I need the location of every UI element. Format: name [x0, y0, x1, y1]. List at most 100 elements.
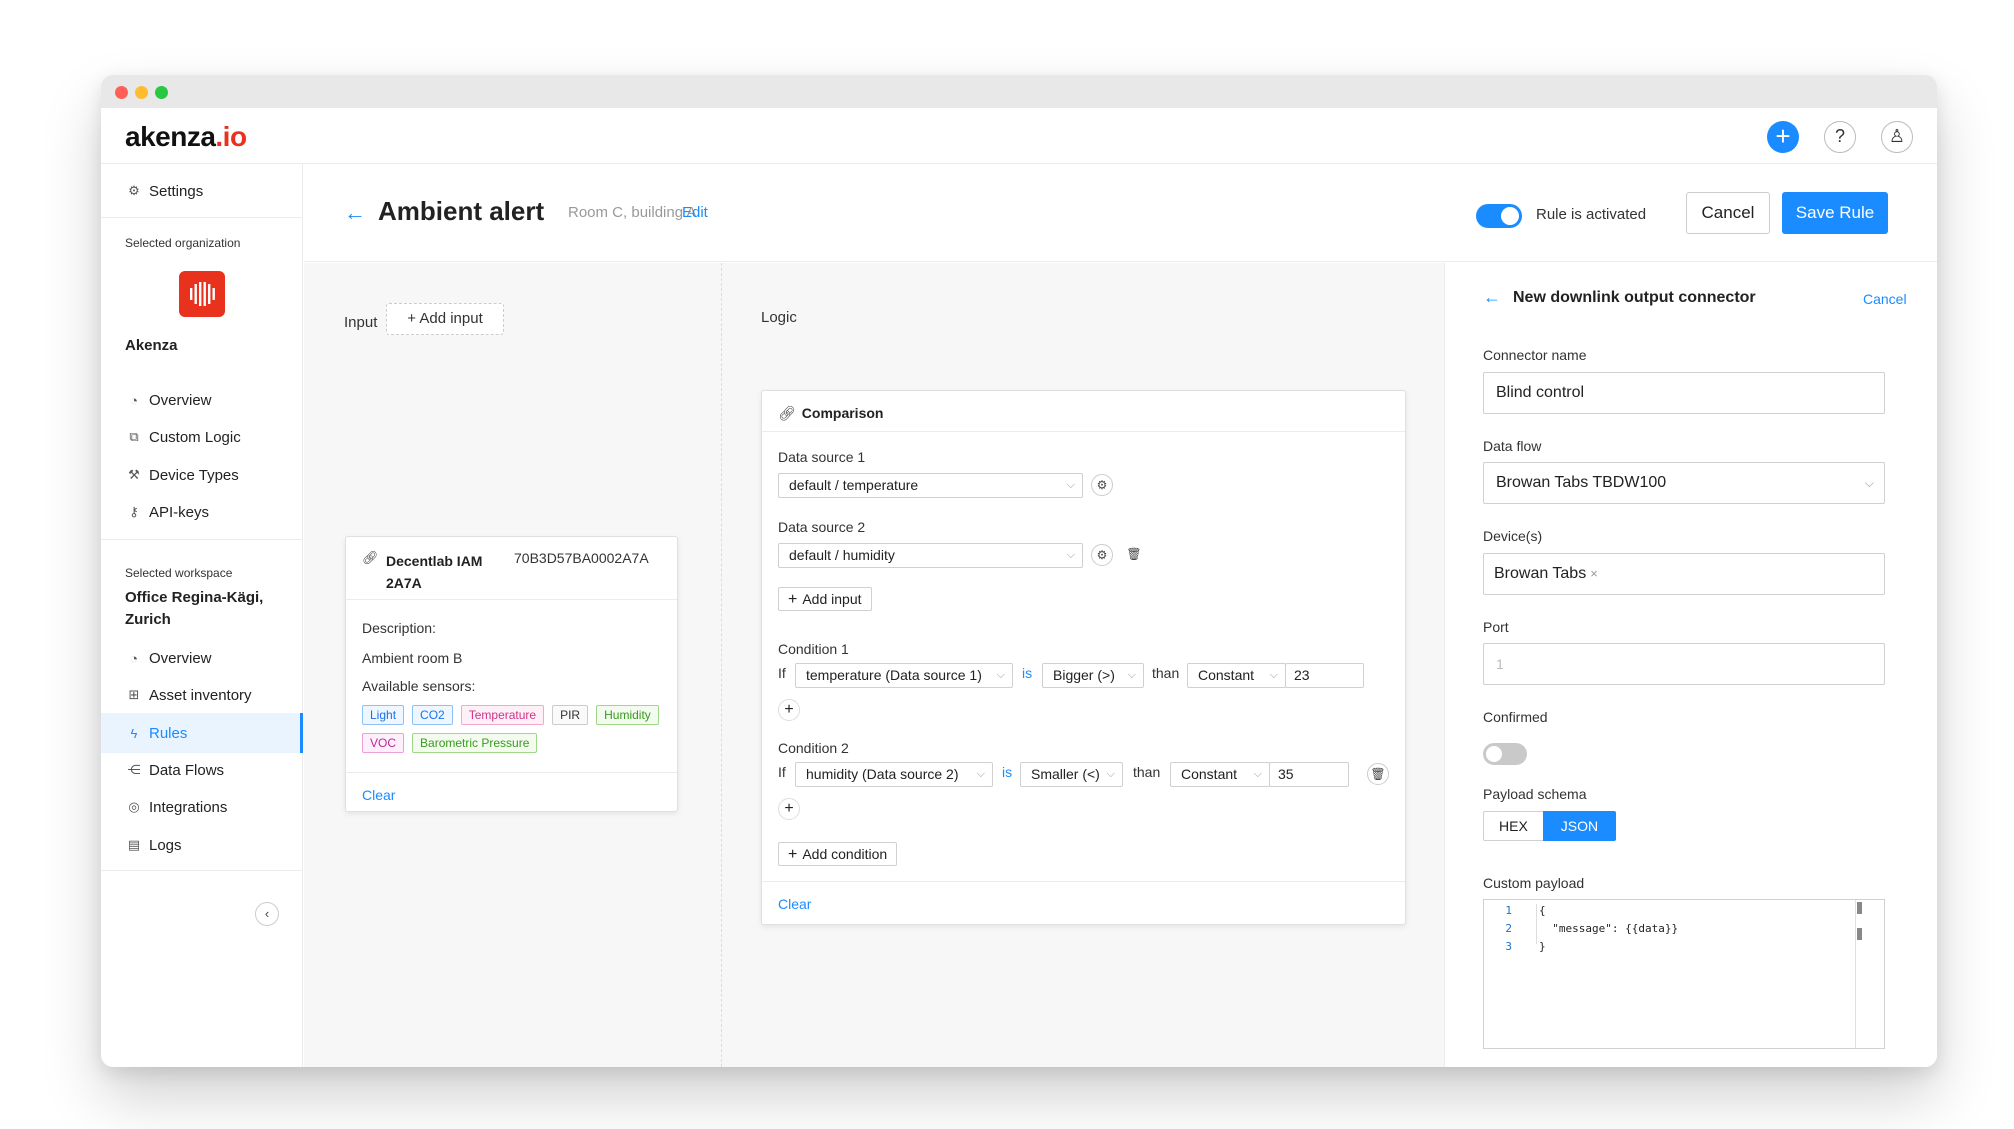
sidebar-item-label: Settings [149, 182, 204, 200]
add-data-source-button[interactable]: + Add input [778, 587, 872, 611]
confirmed-label: Confirmed [1483, 709, 1548, 725]
akenza-logo[interactable]: akenza.io [125, 121, 247, 153]
sidebar-item-label: Asset inventory [149, 686, 252, 704]
device-clear-link[interactable]: Clear [362, 787, 395, 803]
output-connector-panel: ← New downlink output connector Cancel C… [1444, 263, 1937, 1067]
sensor-tag-temperature[interactable]: Temperature [460, 705, 545, 725]
trash-icon[interactable]: 🗑︎ [1367, 763, 1389, 785]
condition-2-type-select[interactable]: Constant ⌵ [1170, 762, 1270, 787]
cancel-button[interactable]: Cancel [1686, 192, 1770, 234]
input-column-label: Input [344, 314, 378, 331]
schema-hex-button[interactable]: HEX [1483, 811, 1543, 841]
edit-link[interactable]: Edit [682, 204, 708, 221]
code-text: "message": {{data}} [1539, 922, 1679, 935]
sensor-tag-co2[interactable]: CO2 [412, 705, 453, 725]
data-source-1-select[interactable]: default / temperature ⌵ [778, 473, 1083, 498]
condition-2-value-input[interactable]: 35 [1269, 762, 1349, 787]
panel-cancel-link[interactable]: Cancel [1863, 291, 1907, 307]
port-input[interactable]: 1 [1483, 643, 1885, 685]
add-condition-label: Add condition [802, 846, 888, 862]
create-plus-button[interactable]: + [1767, 121, 1799, 153]
dashboard-icon: ◔ [130, 392, 138, 408]
add-subcondition-plus-icon[interactable]: + [778, 798, 800, 820]
close-window-button[interactable] [115, 86, 128, 99]
maximize-window-button[interactable] [155, 86, 168, 99]
sensor-tag-barometric-pressure[interactable]: Barometric Pressure [412, 733, 538, 753]
link-icon: 🔗︎ [362, 550, 379, 565]
device-card[interactable]: 🔗︎ Decentlab IAM 2A7A 70B3D57BA0002A7A D… [345, 536, 678, 812]
data-flow-select[interactable]: Browan Tabs TBDW100 ⌵ [1483, 462, 1885, 504]
logic-column-label: Logic [761, 309, 797, 326]
sensor-tag-pir[interactable]: PIR [552, 705, 589, 725]
sidebar-item-label: Device Types [149, 466, 239, 484]
editor-scrollbar[interactable] [1855, 900, 1856, 1048]
sensor-tag-humidity[interactable]: Humidity [596, 705, 659, 725]
scroll-marker [1857, 928, 1862, 940]
condition-1-type-select[interactable]: Constant ⌵ [1187, 663, 1286, 688]
divider [101, 539, 303, 540]
sidebar-item-integrations[interactable]: ◎ Integrations [125, 796, 227, 818]
confirmed-toggle[interactable] [1483, 743, 1527, 765]
editor-gutter [1536, 904, 1537, 944]
minimize-window-button[interactable] [135, 86, 148, 99]
sidebar-item-settings[interactable]: ⚙ Settings [125, 180, 203, 202]
sidebar-item-label: Logs [149, 836, 182, 854]
payload-code-editor[interactable]: 1 { 2 "message": {{data}} 3} [1483, 899, 1885, 1049]
sidebar-item-asset-inventory[interactable]: ⊞ Asset inventory [125, 684, 252, 706]
sidebar-item-data-flows[interactable]: ⋲ Data Flows [125, 759, 225, 781]
data-flow-value: Browan Tabs TBDW100 [1496, 474, 1667, 491]
add-subcondition-plus-icon[interactable]: + [778, 699, 800, 721]
close-icon[interactable]: × [1590, 566, 1598, 581]
comparison-title: Comparison [801, 405, 884, 421]
add-input-button[interactable]: + Add input [386, 303, 504, 335]
sidebar-item-rules[interactable]: ϟ Rules [101, 713, 303, 753]
rule-active-label: Rule is activated [1536, 206, 1647, 223]
gear-icon[interactable]: ⚙ [1091, 474, 1113, 496]
condition-1-source-select[interactable]: temperature (Data source 1) ⌵ [795, 663, 1013, 688]
data-source-2-select[interactable]: default / humidity ⌵ [778, 543, 1083, 568]
rule-active-toggle[interactable] [1476, 204, 1522, 228]
chevron-down-icon: ⌵ [1127, 669, 1136, 681]
condition-2-source-select[interactable]: humidity (Data source 2) ⌵ [795, 762, 993, 787]
divider [101, 217, 303, 218]
condition-2-operator-select[interactable]: Smaller (<) ⌵ [1020, 762, 1123, 787]
sidebar-item-custom-logic[interactable]: ⧉ Custom Logic [125, 426, 240, 448]
user-avatar-icon[interactable]: ♙ [1881, 121, 1913, 153]
divider [762, 431, 1405, 432]
add-condition-button[interactable]: + Add condition [778, 842, 898, 866]
sensor-tag-voc[interactable]: VOC [362, 733, 405, 753]
collapse-sidebar-chevron-left-icon[interactable]: ‹ [255, 902, 279, 926]
is-label: is [1002, 764, 1013, 780]
devices-multiselect[interactable]: Browan Tabs × [1483, 553, 1885, 595]
schema-json-button[interactable]: JSON [1542, 811, 1617, 841]
sidebar-item-logs[interactable]: ▤ Logs [125, 834, 182, 856]
code-text: { [1539, 904, 1546, 917]
save-rule-button[interactable]: Save Rule [1782, 192, 1888, 234]
connector-name-input[interactable]: Blind control [1483, 372, 1885, 414]
share-icon: ⋲ [127, 762, 141, 777]
sidebar-item-ws-overview[interactable]: ◔ Overview [125, 647, 211, 669]
sidebar-item-device-types[interactable]: ⚒ Device Types [125, 464, 239, 486]
chevron-down-icon: ⌵ [1864, 476, 1874, 490]
condition-2-type-value: Constant [1181, 766, 1238, 782]
line-number: 3 [1505, 940, 1512, 953]
plus-icon: + [788, 591, 798, 608]
port-label: Port [1483, 619, 1509, 635]
add-input-label: Add input [802, 591, 862, 607]
trash-icon[interactable]: 🗑︎ [1123, 544, 1145, 566]
back-arrow-icon[interactable]: ← [1483, 287, 1501, 308]
sensor-tag-light[interactable]: Light [362, 705, 405, 725]
help-icon[interactable]: ? [1824, 121, 1856, 153]
logo-main-text: akenza [125, 121, 216, 152]
condition-1-value-input[interactable]: 23 [1285, 663, 1364, 688]
gear-icon[interactable]: ⚙ [1091, 544, 1113, 566]
comparison-clear-link[interactable]: Clear [778, 896, 811, 912]
sidebar-item-org-overview[interactable]: ◔ Overview [125, 389, 212, 411]
payload-schema-label: Payload schema [1483, 786, 1587, 802]
chevron-down-icon: ⌵ [1106, 768, 1115, 780]
back-arrow-icon[interactable]: ← [344, 200, 366, 226]
sidebar-item-label: Overview [149, 391, 212, 409]
sidebar-item-api-keys[interactable]: ⚷ API-keys [125, 501, 209, 523]
if-label: If [778, 764, 786, 780]
condition-1-operator-select[interactable]: Bigger (>) ⌵ [1042, 663, 1144, 688]
